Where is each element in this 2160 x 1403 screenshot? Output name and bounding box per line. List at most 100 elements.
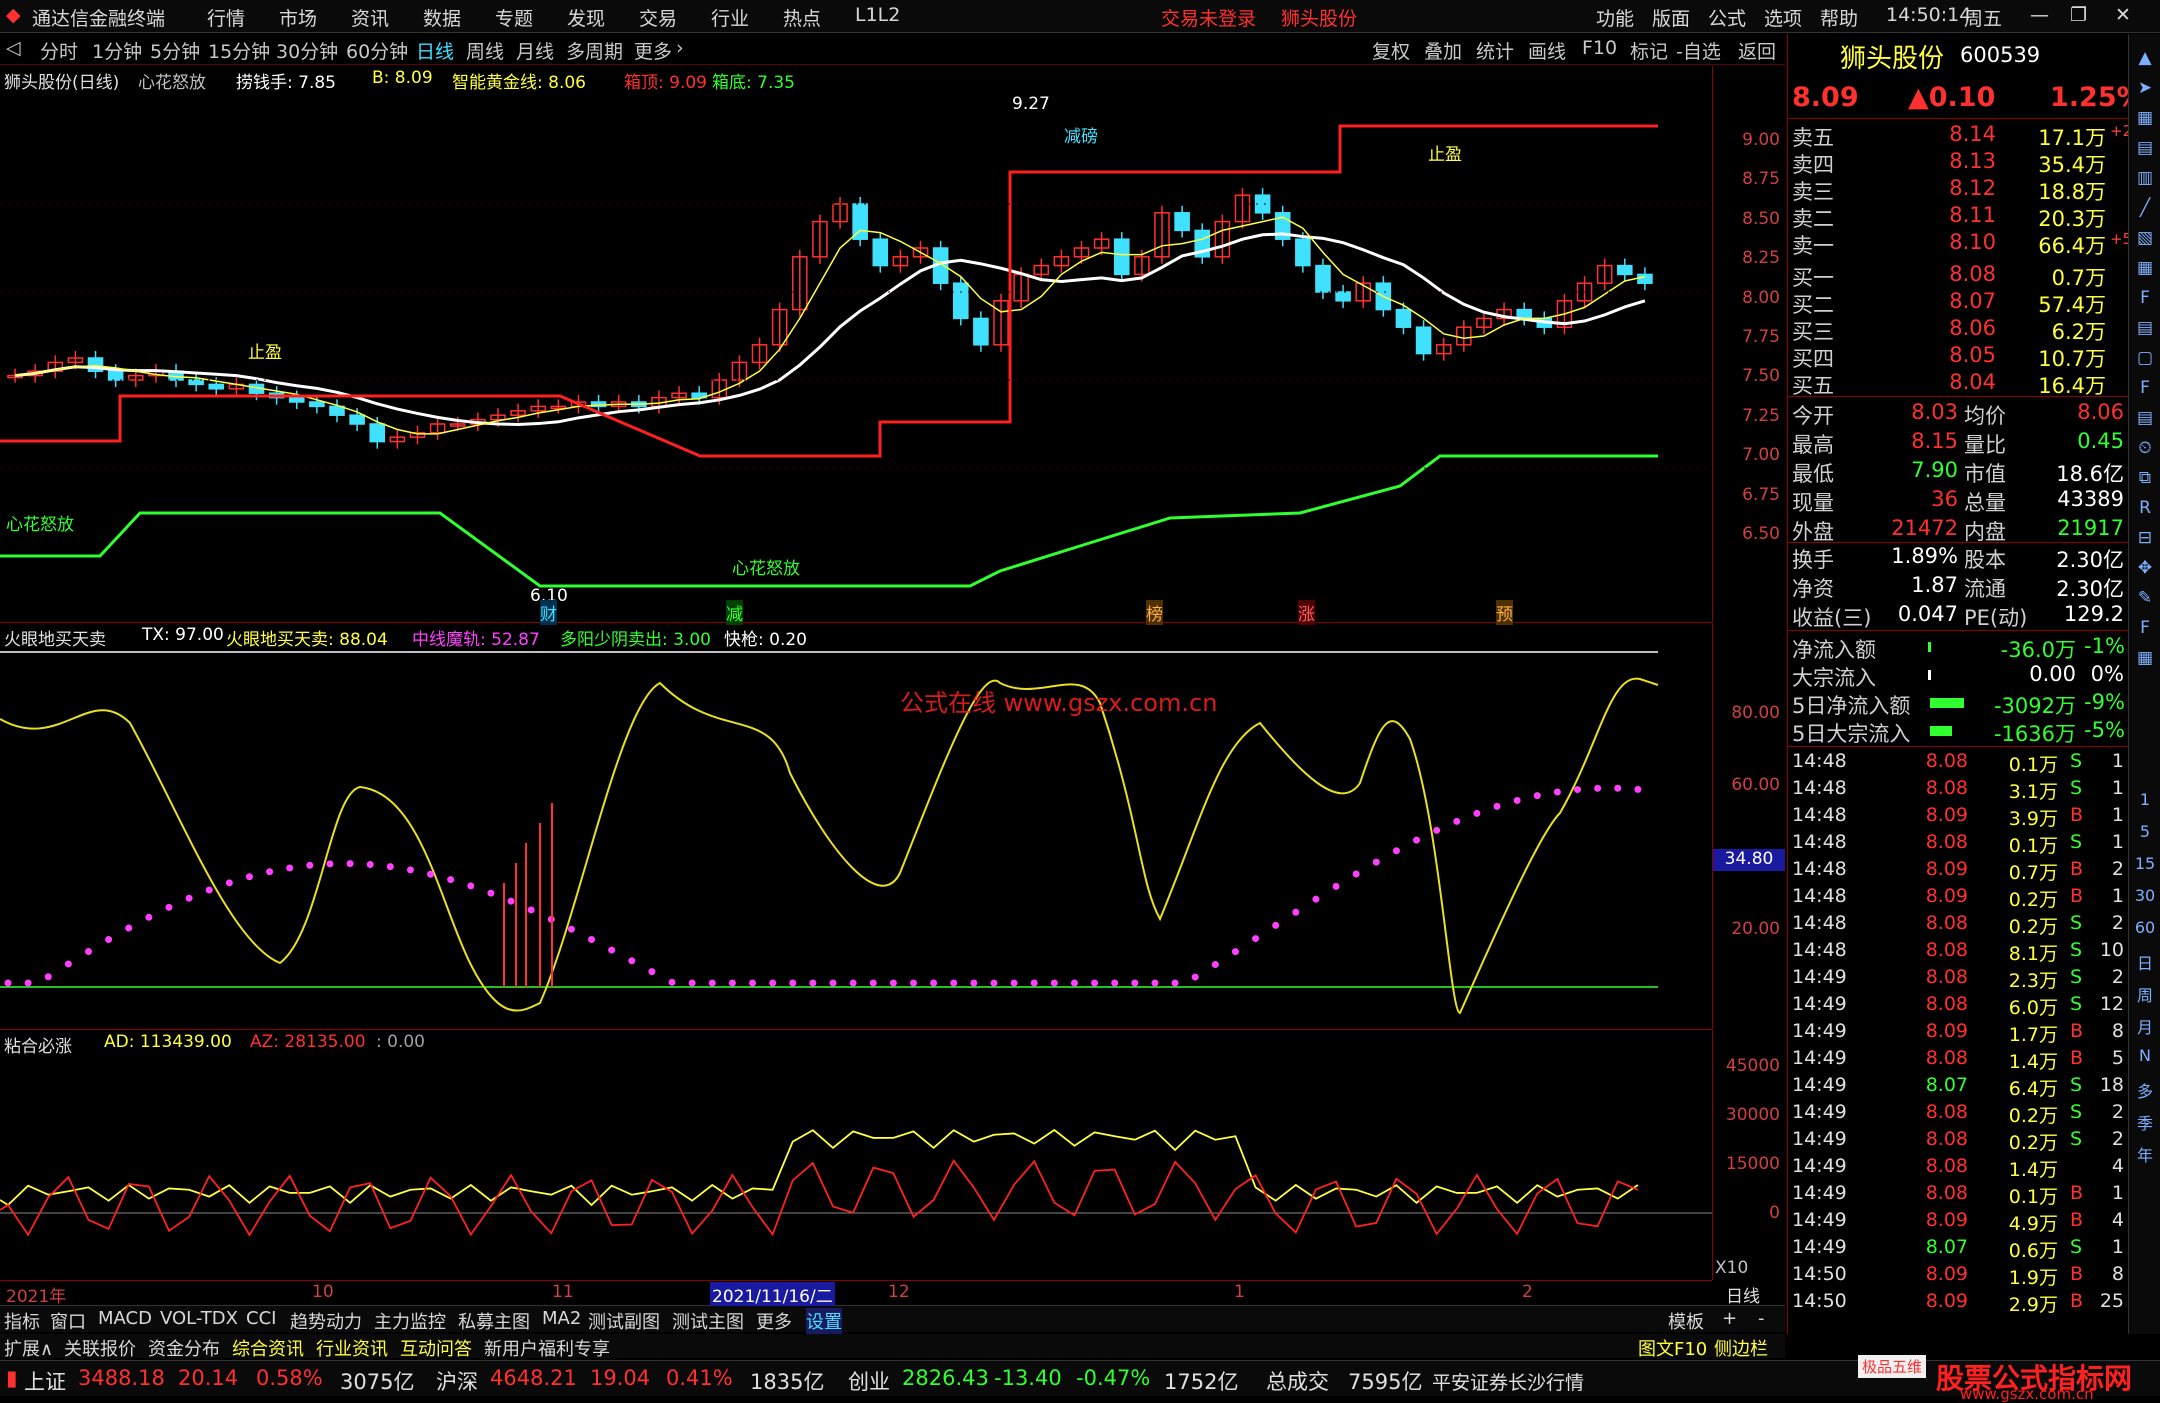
move-icon[interactable]: ✥	[2133, 558, 2157, 582]
period-15min[interactable]: 15分钟	[208, 37, 270, 64]
side-period-label[interactable]: 季	[2133, 1110, 2157, 1134]
tab-expand[interactable]: 扩展∧	[4, 1335, 53, 1361]
link-icon[interactable]: ⧉	[2133, 468, 2157, 492]
book-icon[interactable]: ▧	[2133, 228, 2157, 252]
side-period-label[interactable]: 5	[2133, 822, 2157, 846]
period-more[interactable]: 更多	[634, 37, 672, 64]
tab-more[interactable]: 更多	[756, 1308, 792, 1334]
file-icon[interactable]: ▢	[2133, 348, 2157, 372]
side-period-label[interactable]: 周	[2133, 982, 2157, 1006]
list-icon[interactable]: ▤	[2133, 318, 2157, 342]
side-period-label[interactable]: 30	[2133, 886, 2157, 910]
ask-row[interactable]: 卖三 8.12 18.8万	[1788, 176, 2128, 204]
tool-fanhui[interactable]: 返回	[1738, 37, 1776, 64]
side-period-label[interactable]: 15	[2133, 854, 2157, 878]
tab-ma2[interactable]: MA2	[542, 1308, 581, 1329]
tab-ceshi-fu[interactable]: 测试副图	[588, 1308, 660, 1334]
side-period-label[interactable]: 60	[2133, 918, 2157, 942]
tab-settings[interactable]: 设置	[806, 1308, 842, 1334]
trade-ticks[interactable]: 14:48 8.08 0.1万 S 1 14:48 8.08 3.1万 S 1 14:48 8.09 3…	[1788, 750, 2128, 1330]
tool-huaxian[interactable]: 画线	[1528, 37, 1566, 64]
tab-macd[interactable]: MACD	[98, 1308, 152, 1329]
grid-icon[interactable]: ▦	[2133, 108, 2157, 132]
tool-fuquan[interactable]: 复权	[1372, 37, 1410, 64]
trade-status[interactable]: 交易未登录	[1161, 4, 1256, 31]
period-60min[interactable]: 60分钟	[346, 37, 408, 64]
tab-add-button[interactable]: +	[1722, 1308, 1737, 1329]
tab-qushi[interactable]: 趋势动力	[290, 1308, 362, 1334]
table-icon[interactable]: ▦	[2133, 258, 2157, 282]
period-monthly[interactable]: 月线	[516, 37, 554, 64]
tab-hangye[interactable]: 行业资讯	[316, 1335, 388, 1361]
tab-ceshi-zhu[interactable]: 测试主图	[672, 1308, 744, 1334]
collapse-icon[interactable]: ◁	[6, 37, 21, 59]
tool-biaoji[interactable]: 标记	[1630, 37, 1668, 64]
side-period-label[interactable]: 日	[2133, 950, 2157, 974]
doc-icon[interactable]: ▤	[2133, 138, 2157, 162]
pen-icon[interactable]: ✎	[2133, 588, 2157, 612]
period-fenshi[interactable]: 分时	[40, 37, 78, 64]
ask-row[interactable]: 卖一 8.10 66.4万 +5	[1788, 230, 2132, 258]
tab-vol-tdx[interactable]: VOL-TDX	[160, 1308, 238, 1329]
marker-jian[interactable]: 减	[726, 600, 743, 625]
menu-zixun[interactable]: 资讯	[351, 4, 389, 31]
indicator-panel-1[interactable]: 火眼地买天卖 TX: 97.00 火眼地买天卖: 88.04 中线魔轨: 52.…	[0, 623, 1712, 1030]
tab-simu[interactable]: 私募主图	[458, 1308, 530, 1334]
period-multi[interactable]: 多周期	[566, 37, 623, 64]
tab-hudong[interactable]: 互动问答	[400, 1335, 472, 1361]
menu-hangye[interactable]: 行业	[711, 4, 749, 31]
ask-row[interactable]: 卖五8.1417.1万+210	[1788, 122, 2151, 150]
menu-banmian[interactable]: 版面	[1652, 4, 1690, 31]
menu-xuanxiang[interactable]: 选项	[1764, 4, 1802, 31]
bid-row[interactable]: 买三 8.06 6.2万	[1788, 316, 2128, 344]
marker-zhang[interactable]: 涨	[1298, 600, 1315, 625]
chart-icon[interactable]: ╱	[2133, 198, 2157, 222]
clock-icon[interactable]: ⏲	[2133, 438, 2157, 462]
lock-icon[interactable]: ⊟	[2133, 528, 2157, 552]
grid2-icon[interactable]: ▦	[2133, 648, 2157, 672]
menu-gongneng[interactable]: 功能	[1596, 4, 1634, 31]
rsi-icon[interactable]: R	[2133, 498, 2157, 522]
tab-zhuli[interactable]: 主力监控	[374, 1308, 446, 1334]
up-arrow-icon[interactable]: ▲	[2133, 48, 2157, 72]
main-kline-panel[interactable]: 狮头股份(日线) 心花怒放 捞钱手: 7.85 B: 8.09 智能黄金线: 8…	[0, 66, 1712, 625]
period-30min[interactable]: 30分钟	[276, 37, 338, 64]
marker-yu[interactable]: 预	[1496, 600, 1513, 625]
menu-zhuanti[interactable]: 专题	[495, 4, 533, 31]
period-1min[interactable]: 1分钟	[92, 37, 142, 64]
tab-guanlian[interactable]: 关联报价	[64, 1335, 136, 1361]
tab-zhibiao[interactable]: 指标	[4, 1308, 40, 1334]
side-period-label[interactable]: 1	[2133, 790, 2157, 814]
tab-zijin[interactable]: 资金分布	[148, 1335, 220, 1361]
tab-chuangkou[interactable]: 窗口	[50, 1308, 86, 1334]
bid-row[interactable]: 买一 8.08 0.7万	[1788, 262, 2128, 290]
menu-shuju[interactable]: 数据	[423, 4, 461, 31]
bid-row[interactable]: 买四 8.05 10.7万	[1788, 343, 2128, 371]
period-weekly[interactable]: 周线	[466, 37, 504, 64]
side-period-label[interactable]: 多	[2133, 1078, 2157, 1102]
tab-zonghe[interactable]: 综合资讯	[232, 1335, 304, 1361]
menu-hangqing[interactable]: 行情	[207, 4, 245, 31]
doc2-icon[interactable]: ▤	[2133, 408, 2157, 432]
f2-icon[interactable]: F	[2133, 378, 2157, 402]
restore-icon[interactable]: ❐	[2070, 4, 2087, 26]
minimize-icon[interactable]: —	[2030, 4, 2049, 26]
tool-f10[interactable]: F10	[1582, 37, 1617, 59]
side-period-label[interactable]: N	[2133, 1046, 2157, 1070]
cy-label[interactable]: 创业	[848, 1366, 890, 1396]
tool-zixuan[interactable]: -自选	[1676, 37, 1721, 64]
tool-diejia[interactable]: 叠加	[1424, 37, 1462, 64]
bid-row[interactable]: 买五 8.04 16.4万	[1788, 370, 2128, 398]
side-period-label[interactable]: 年	[2133, 1142, 2157, 1166]
right-arrow-icon[interactable]: ➤	[2133, 78, 2157, 102]
menu-bangzhu[interactable]: 帮助	[1820, 4, 1858, 31]
period-daily[interactable]: 日线	[416, 37, 454, 64]
sh-label[interactable]: 上证	[24, 1366, 66, 1396]
menu-shichang[interactable]: 市场	[279, 4, 317, 31]
tab-remove-button[interactable]: -	[1758, 1308, 1765, 1329]
mini-popup[interactable]: 极品五维	[1858, 1355, 1927, 1378]
menu-faxian[interactable]: 发现	[567, 4, 605, 31]
marker-cai[interactable]: 财	[540, 600, 557, 625]
f5-icon[interactable]: F	[2133, 618, 2157, 642]
close-icon[interactable]: ✕	[2115, 4, 2131, 26]
